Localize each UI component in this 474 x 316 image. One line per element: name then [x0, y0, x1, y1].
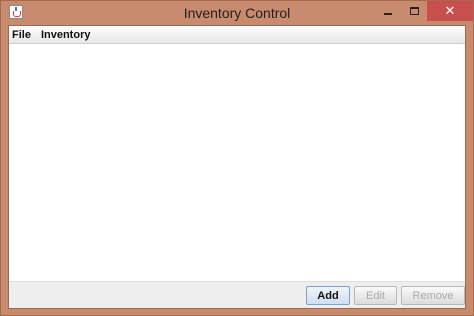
application-window: Inventory Control ✕ File Inventory Add E…: [0, 0, 474, 316]
menu-file[interactable]: File: [9, 27, 35, 43]
add-button[interactable]: Add: [306, 286, 350, 305]
remove-button[interactable]: Remove: [401, 286, 465, 305]
minimize-icon: [384, 13, 392, 15]
maximize-icon: [409, 7, 419, 15]
button-bar: Add Edit Remove: [9, 281, 465, 308]
title-bar[interactable]: Inventory Control ✕: [1, 1, 473, 25]
minimize-button[interactable]: [375, 1, 401, 21]
window-content: File Inventory Add Edit Remove: [8, 25, 466, 309]
menu-inventory[interactable]: Inventory: [37, 27, 95, 43]
close-icon: ✕: [444, 3, 456, 19]
menu-bar: File Inventory: [9, 26, 465, 44]
inventory-list-area[interactable]: [9, 44, 465, 281]
maximize-button[interactable]: [401, 1, 427, 21]
edit-button[interactable]: Edit: [354, 286, 397, 305]
close-button[interactable]: ✕: [427, 1, 473, 21]
caption-buttons: ✕: [375, 1, 473, 21]
